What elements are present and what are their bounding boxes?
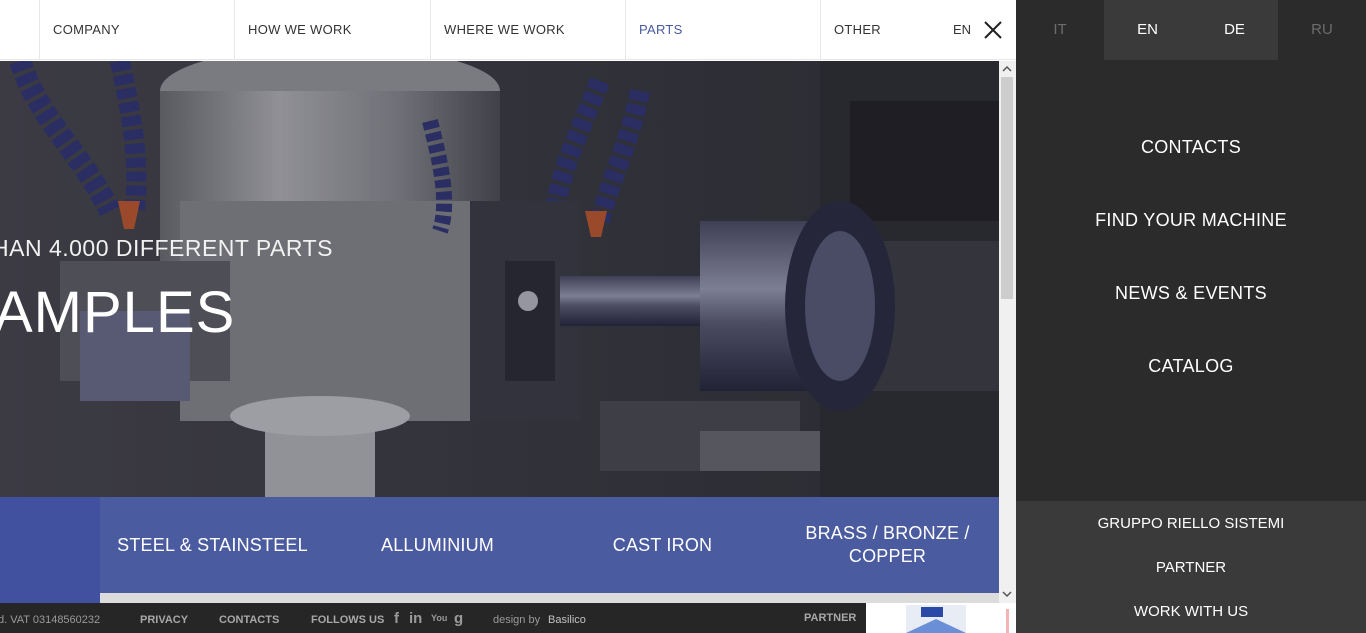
lang-de[interactable]: DE: [1191, 0, 1278, 60]
nav-item-where-we-work[interactable]: WHERE WE WORK: [430, 0, 626, 60]
close-icon[interactable]: [982, 19, 1004, 41]
side-drawer: IT EN DE RU CONTACTS FIND YOUR MACHINE N…: [1016, 0, 1366, 633]
drawer-item-catalog[interactable]: CATALOG: [1016, 356, 1366, 377]
footer-contacts-link[interactable]: CONTACTS: [219, 614, 279, 626]
material-brass-bronze-copper[interactable]: BRASS / BRONZE / COPPER: [790, 497, 985, 593]
material-steel[interactable]: STEEL & STAINSTEEL: [100, 497, 325, 593]
footer-vat: d. VAT 03148560232: [0, 614, 101, 626]
lang-en[interactable]: EN: [1104, 0, 1191, 60]
materials-bar: STEEL & STAINSTEEL ALLUMINIUM CAST IRON …: [0, 497, 999, 603]
drawer-menu: CONTACTS FIND YOUR MACHINE NEWS & EVENTS…: [1016, 60, 1366, 501]
footer-partner: PARTNER: [804, 612, 857, 624]
nav-item-parts[interactable]: PARTS: [625, 0, 821, 60]
footer-follow-us: FOLLOWS US: [311, 614, 385, 626]
drawer-link-gruppo-riello[interactable]: GRUPPO RIELLO SISTEMI: [1016, 515, 1366, 532]
page-scrollbar[interactable]: [999, 61, 1016, 603]
drawer-item-find-your-machine[interactable]: FIND YOUR MACHINE: [1016, 210, 1366, 231]
linkedin-icon[interactable]: in: [409, 610, 422, 627]
nav-item-other[interactable]: OTHER: [820, 0, 940, 60]
hero-banner: HAN 4.000 DIFFERENT PARTS AMPLES: [0, 61, 999, 497]
scrollbar-thumb[interactable]: [1001, 77, 1013, 299]
scroll-down-icon[interactable]: [1002, 589, 1012, 599]
footer-design-by: design by: [493, 614, 541, 626]
facebook-icon[interactable]: f: [394, 610, 399, 627]
materials-selected-tab[interactable]: [0, 497, 100, 603]
drawer-item-news-events[interactable]: NEWS & EVENTS: [1016, 283, 1366, 304]
drawer-link-partner[interactable]: PARTNER: [1016, 559, 1366, 576]
googleplus-icon[interactable]: g: [454, 610, 463, 627]
youtube-icon[interactable]: You: [431, 613, 447, 623]
current-language[interactable]: EN: [953, 22, 971, 37]
materials-underline: [100, 593, 999, 603]
drawer-link-work-with-us[interactable]: WORK WITH US: [1016, 603, 1366, 620]
scroll-up-icon[interactable]: [1002, 64, 1012, 74]
website-area: COMPANY HOW WE WORK WHERE WE WORK PARTS …: [0, 0, 1016, 633]
hero-subtitle: HAN 4.000 DIFFERENT PARTS: [0, 235, 333, 261]
partner-logo[interactable]: [866, 603, 1016, 633]
drawer-bottom-links: GRUPPO RIELLO SISTEMI PARTNER WORK WITH …: [1016, 501, 1366, 633]
lang-ru[interactable]: RU: [1278, 0, 1366, 60]
hero-title: AMPLES: [0, 280, 236, 345]
material-aluminium[interactable]: ALLUMINIUM: [325, 497, 550, 593]
footer: d. VAT 03148560232 PRIVACY CONTACTS FOLL…: [0, 603, 866, 633]
top-navigation: COMPANY HOW WE WORK WHERE WE WORK PARTS …: [0, 0, 1016, 60]
nav-item-company[interactable]: COMPANY: [39, 0, 235, 60]
footer-privacy-link[interactable]: PRIVACY: [140, 614, 188, 626]
nav-item-how-we-work[interactable]: HOW WE WORK: [234, 0, 430, 60]
material-cast-iron[interactable]: CAST IRON: [550, 497, 775, 593]
lang-it[interactable]: IT: [1016, 0, 1104, 60]
language-bar: IT EN DE RU: [1016, 0, 1366, 60]
footer-designer-link[interactable]: Basilico: [548, 614, 586, 626]
drawer-item-contacts[interactable]: CONTACTS: [1016, 137, 1366, 158]
